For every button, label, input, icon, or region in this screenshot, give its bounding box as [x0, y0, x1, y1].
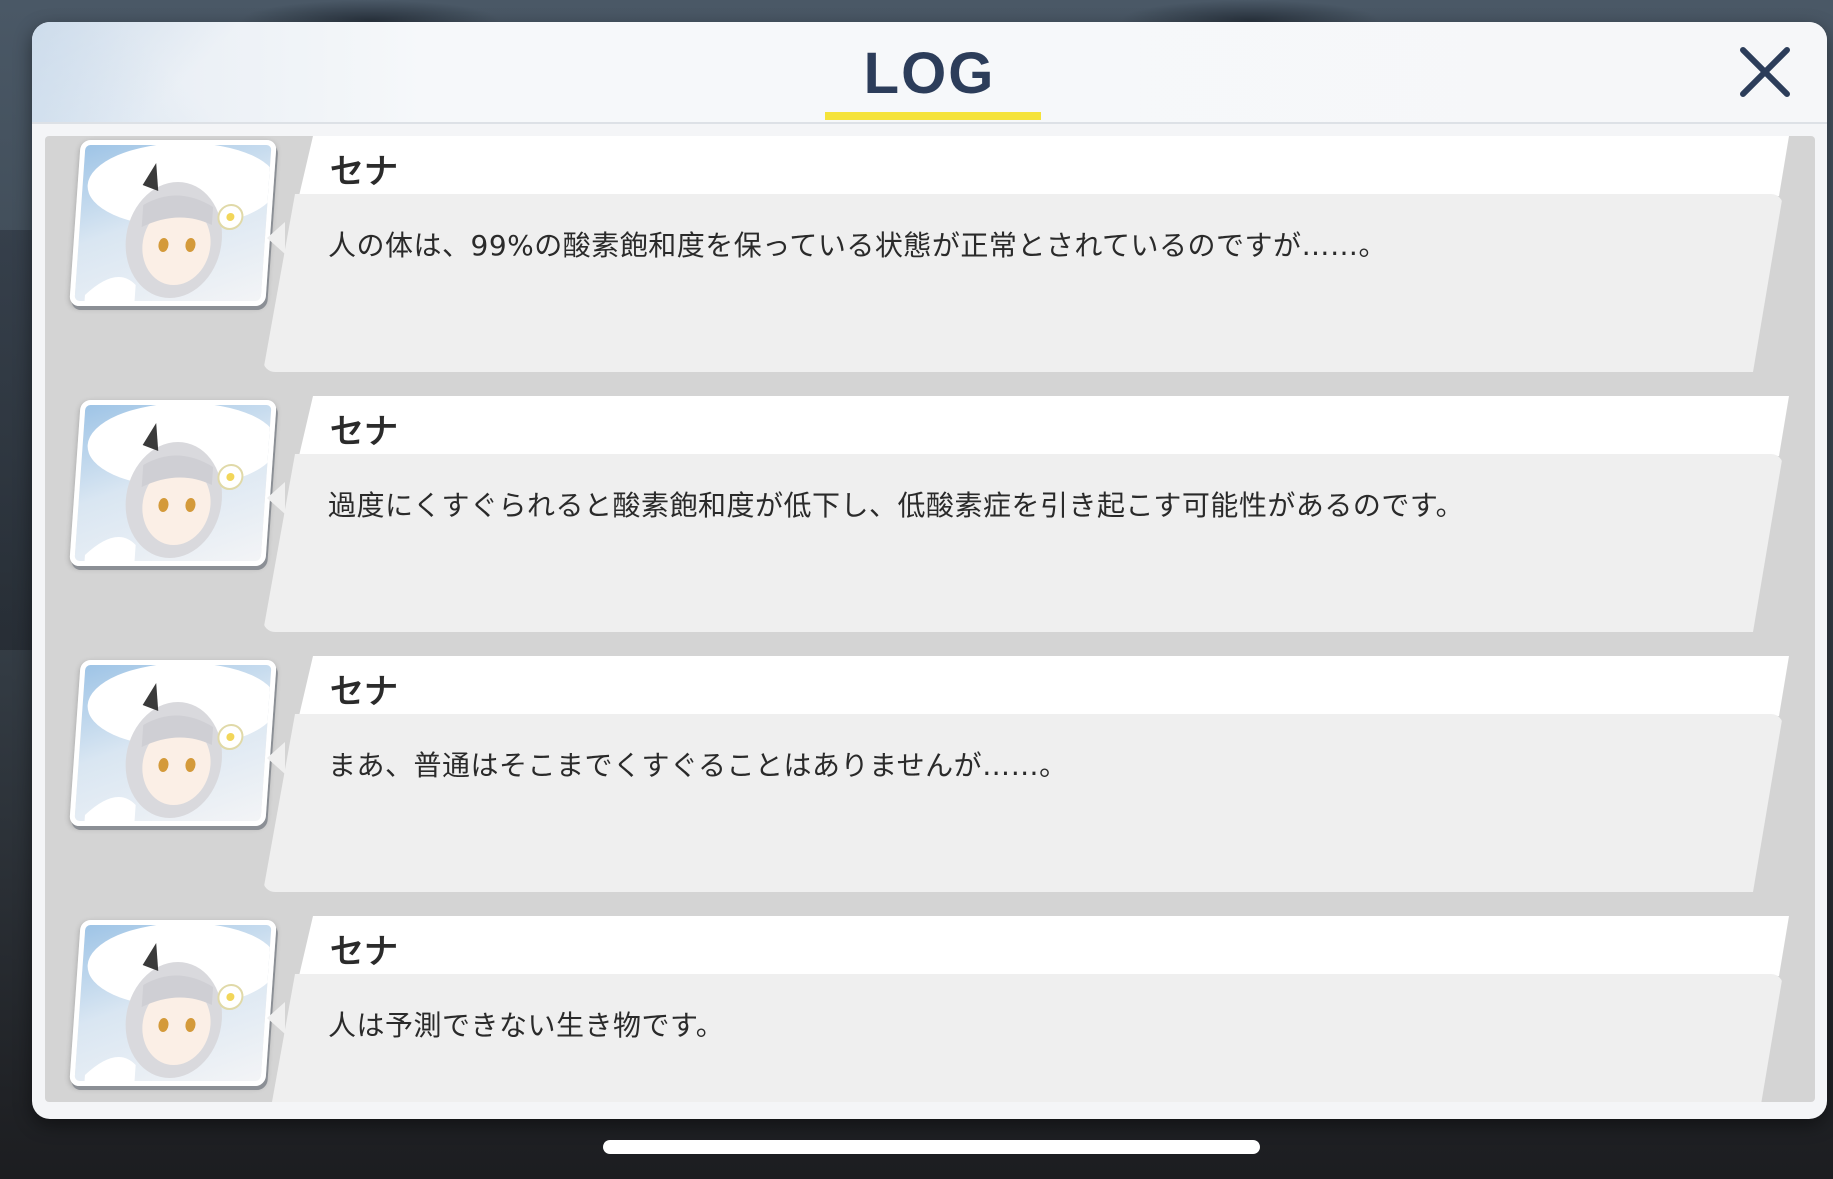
speaker-name-bar — [299, 916, 1789, 976]
log-header: LOG — [32, 22, 1827, 124]
log-entry: セナ 過度にくすぐられると酸素飽和度が低下し、低酸素症を引き起こす可能性があるの… — [45, 396, 1815, 636]
character-portrait-icon — [69, 660, 277, 826]
character-portrait-icon — [69, 140, 277, 306]
message-bubble — [263, 194, 1783, 372]
message-text: まあ、普通はそこまでくすぐることはありませんが……。 — [328, 749, 1068, 782]
log-entry: セナ 人は予測できない生き物です。 — [45, 916, 1815, 1102]
log-entry: セナ まあ、普通はそこまでくすぐることはありませんが……。 — [45, 656, 1815, 896]
message-text: 人の体は、99%の酸素飽和度を保っている状態が正常とされているのですが……。 — [328, 229, 1387, 262]
home-indicator[interactable] — [603, 1140, 1260, 1154]
character-portrait-icon — [69, 400, 277, 566]
bubble-tail — [267, 482, 285, 514]
log-list[interactable]: セナ 人の体は、99%の酸素飽和度を保っている状態が正常とされているのですが……… — [45, 136, 1815, 1102]
bubble-tail — [267, 222, 285, 254]
close-button[interactable] — [1735, 42, 1795, 102]
message-bubble — [263, 714, 1783, 892]
log-entry: セナ 人の体は、99%の酸素飽和度を保っている状態が正常とされているのですが……… — [45, 136, 1815, 376]
speaker-name-bar — [299, 136, 1789, 196]
title-underline — [825, 112, 1041, 120]
message-bubble — [263, 454, 1783, 632]
background-lamppost — [0, 230, 36, 650]
bubble-tail — [267, 1002, 285, 1034]
log-dialog: LOG セナ 人の体は、99%の酸素飽和度を保っている状態が正常とされているので… — [32, 22, 1827, 1119]
speaker-name-bar — [299, 396, 1789, 456]
log-title: LOG — [863, 41, 996, 106]
message-text: 人は予測できない生き物です。 — [328, 1009, 725, 1042]
bubble-tail — [267, 742, 285, 774]
speaker-name: セナ — [330, 412, 398, 452]
speaker-name: セナ — [330, 932, 398, 972]
message-text: 過度にくすぐられると酸素飽和度が低下し、低酸素症を引き起こす可能性があるのです。 — [328, 489, 1465, 522]
character-portrait-icon — [69, 920, 277, 1086]
close-icon — [1740, 47, 1790, 97]
speaker-name: セナ — [330, 152, 398, 192]
speaker-name: セナ — [330, 672, 398, 712]
speaker-name-bar — [299, 656, 1789, 716]
